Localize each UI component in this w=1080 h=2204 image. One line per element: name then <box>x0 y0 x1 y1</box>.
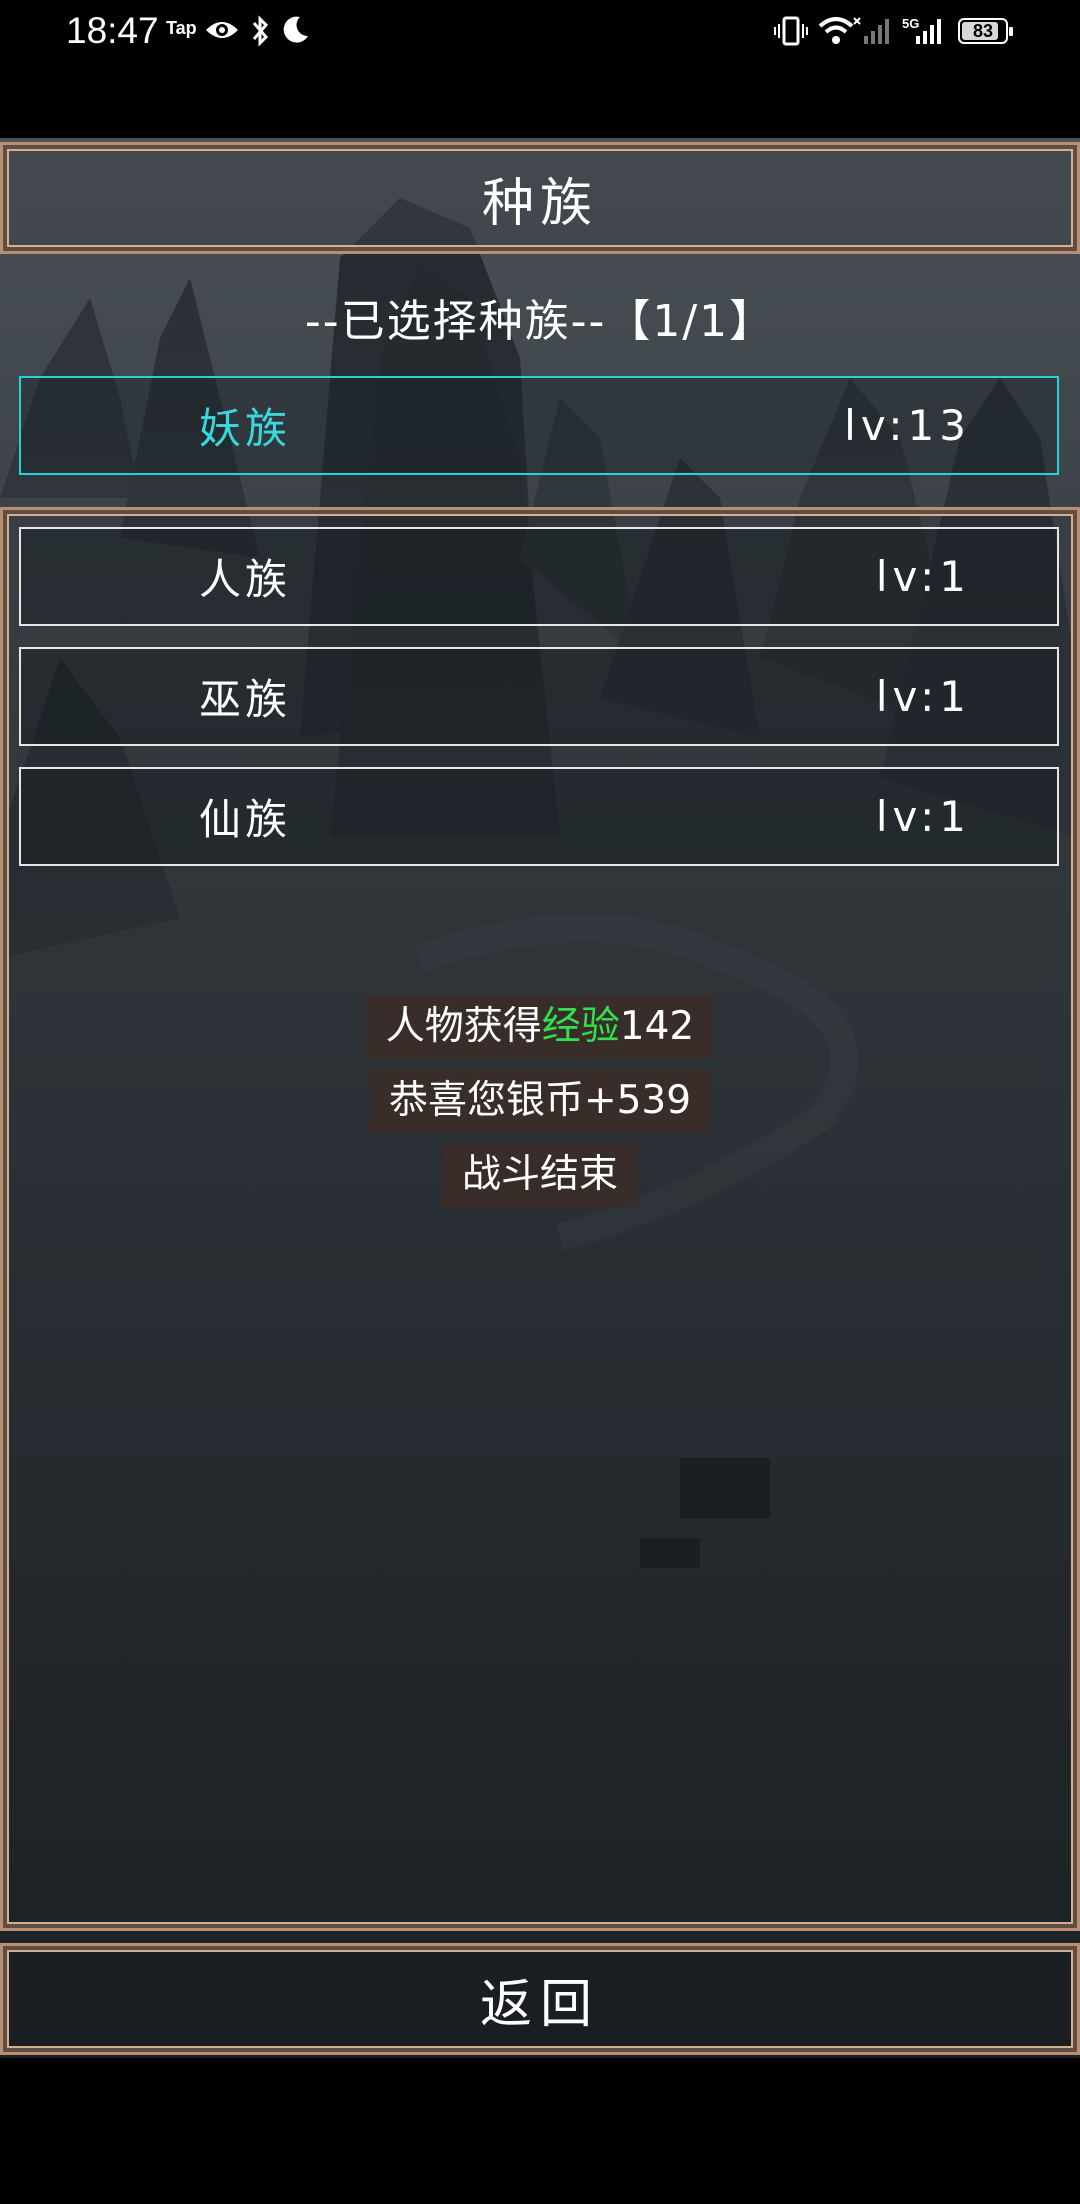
race-name: 巫族 <box>199 675 292 724</box>
exp-highlight: 经验 <box>541 1004 620 1049</box>
navigation-area <box>0 2058 1080 2204</box>
signal-weak-icon <box>864 19 889 44</box>
race-level: lv:1 <box>875 552 971 601</box>
race-level: lv:1 <box>875 792 971 841</box>
status-bar: 18:47 Tap 5G 83 <box>0 0 1080 66</box>
battle-end-message: 战斗结束 <box>441 1143 639 1207</box>
selected-race-heading: --已选择种族--【1/1】 <box>304 296 776 347</box>
race-level: lv:13 <box>844 401 971 450</box>
wifi-icon <box>818 17 861 44</box>
race-name: 人族 <box>199 555 292 604</box>
signal-icon <box>916 19 941 44</box>
eye-icon <box>206 22 238 38</box>
moon-icon <box>283 16 308 43</box>
race-level: lv:1 <box>875 672 971 721</box>
race-row-wu[interactable]: 巫族 lv:1 <box>19 647 1059 746</box>
race-name: 仙族 <box>199 795 292 844</box>
back-label: 返回 <box>479 1974 600 2035</box>
battery-level: 83 <box>972 21 994 41</box>
vibrate-icon <box>774 16 808 46</box>
silver-gain-message: 恭喜您银币+539 <box>368 1069 712 1133</box>
bluetooth-icon <box>252 15 269 47</box>
race-row-immortal[interactable]: 仙族 lv:1 <box>19 767 1059 866</box>
battery-icon: 83 <box>958 18 1013 44</box>
back-button[interactable]: 返回 <box>0 1943 1080 2055</box>
title-panel: 种族 <box>0 142 1080 254</box>
page-title: 种族 <box>481 173 598 234</box>
exp-gain-message: 人物获得经验142 <box>365 995 715 1059</box>
tap-indicator: Tap <box>166 18 197 38</box>
status-time: 18:47 <box>66 10 159 51</box>
race-row-human[interactable]: 人族 lv:1 <box>19 527 1059 626</box>
selected-race-row[interactable]: 妖族 lv:13 <box>19 376 1059 475</box>
exp-value: 142 <box>619 1004 695 1049</box>
exp-prefix: 人物获得 <box>385 1004 542 1049</box>
race-name: 妖族 <box>199 404 292 453</box>
